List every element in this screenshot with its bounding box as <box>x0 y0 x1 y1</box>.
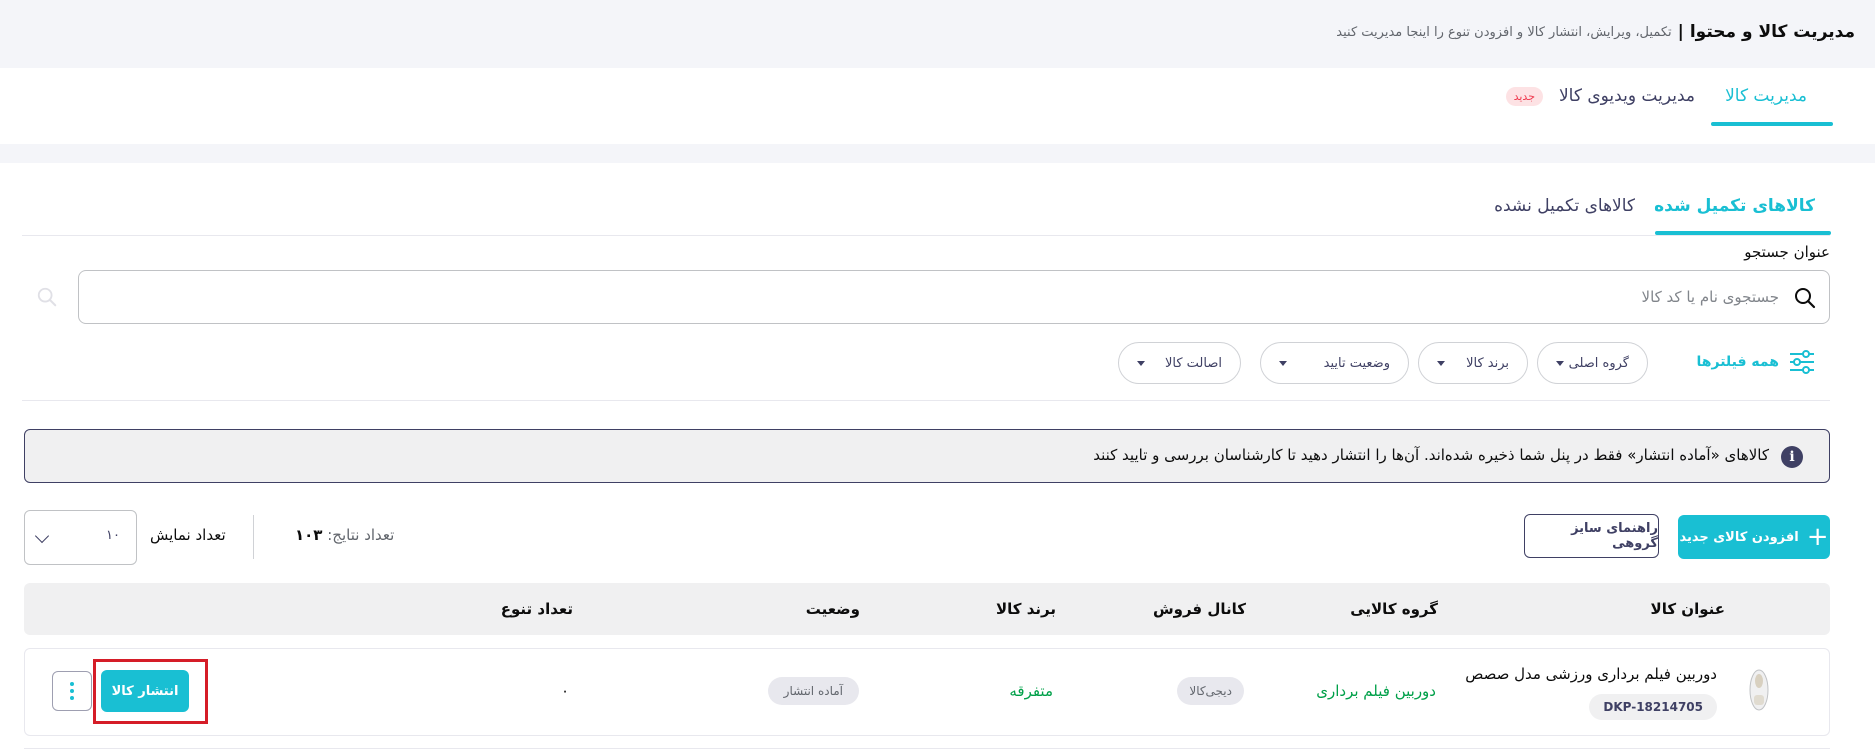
variety-count: ۰ <box>560 682 569 700</box>
info-text: کالاهای «آماده انتشار» فقط در پنل شما ذخ… <box>1093 446 1769 464</box>
filter-main-group-label: گروه اصلی <box>1568 355 1629 371</box>
caret-down-icon <box>1437 360 1445 366</box>
column-header-variety-count: تعداد تنوع <box>500 600 573 618</box>
add-new-product-label: افزودن کالای جدید <box>1679 529 1799 545</box>
result-count: تعداد نتایج: ۱۰۳ <box>295 526 394 544</box>
table-header: عنوان کالا گروه کالایی کانال فروش برند ک… <box>24 583 1830 635</box>
page-size-select[interactable]: ۱۰ <box>24 510 137 565</box>
tab-video-management[interactable]: مدیریت ویدیوی کالا <box>1559 86 1695 106</box>
subtab-divider <box>22 235 1830 236</box>
filter-divider <box>22 400 1830 401</box>
tab-incomplete-products[interactable]: کالاهای تکمیل نشده <box>1494 196 1635 216</box>
result-count-label: تعداد نتایج: <box>327 526 395 544</box>
caret-down-icon <box>1137 360 1145 366</box>
filter-approval-status-label: وضعیت تایید <box>1323 355 1390 371</box>
tab-active-indicator <box>1711 122 1833 126</box>
table-row: دوربین فیلم برداری ورزشی مدل صصص DKP-182… <box>24 648 1830 736</box>
sales-channel-badge: دیجی‌کالا <box>1177 677 1244 705</box>
product-title[interactable]: دوربین فیلم برداری ورزشی مدل صصص <box>1465 665 1717 683</box>
filter-approval-status[interactable]: وضعیت تایید <box>1260 342 1409 384</box>
more-dots-icon <box>70 689 74 693</box>
info-notice: i کالاهای «آماده انتشار» فقط در پنل شما … <box>24 429 1830 483</box>
column-header-title: عنوان کالا <box>1650 600 1725 618</box>
search-box <box>78 270 1830 324</box>
filter-authenticity[interactable]: اصالت کالا <box>1118 342 1241 384</box>
search-icon[interactable] <box>1793 286 1817 310</box>
search-input[interactable] <box>129 271 1779 323</box>
search-label: عنوان جستجو <box>1744 243 1830 261</box>
product-brand-link[interactable]: متفرقه <box>1009 682 1053 700</box>
bulk-size-guide-label: راهنمای سایز گروهی <box>1571 521 1658 551</box>
more-dots-icon <box>70 696 74 700</box>
column-header-status: وضعیت <box>805 600 860 618</box>
result-count-value: ۱۰۳ <box>295 526 323 544</box>
page-header: مدیریت کالا و محتوا | تکمیل، ویرایش، انت… <box>1336 22 1855 42</box>
page-subtitle: تکمیل، ویرایش، انتشار کالا و افزودن تنوع… <box>1336 24 1672 40</box>
all-filters-label: همه فیلترها <box>1696 354 1779 370</box>
column-header-category: گروه کالایی <box>1350 600 1438 618</box>
page-size-value: ۱۰ <box>106 528 120 543</box>
search-submit-icon[interactable] <box>36 286 58 308</box>
more-dots-icon <box>70 682 74 686</box>
add-new-product-button[interactable]: + افزودن کالای جدید <box>1678 515 1830 559</box>
caret-down-icon <box>1556 360 1564 366</box>
tab-completed-products[interactable]: کالاهای تکمیل شده <box>1654 196 1815 216</box>
next-table-row <box>24 748 1830 752</box>
product-thumbnail[interactable] <box>1747 667 1771 713</box>
toolbar-divider <box>253 515 254 559</box>
plus-icon: + <box>1806 522 1829 552</box>
page-size-label: تعداد نمایش <box>150 526 226 544</box>
caret-down-icon <box>1279 360 1287 366</box>
filter-brand-label: برند کالا <box>1466 355 1509 371</box>
new-badge: جدید <box>1505 87 1543 106</box>
product-category-link[interactable]: دوربین فیلم برداری <box>1316 682 1436 700</box>
info-icon: i <box>1781 446 1803 468</box>
bulk-size-guide-button[interactable]: راهنمای سایز گروهی <box>1524 514 1659 558</box>
page-title-separator: | <box>1677 22 1684 42</box>
more-actions-button[interactable] <box>52 671 92 711</box>
filter-sliders-icon <box>1790 350 1814 374</box>
publish-product-label: انتشار کالا <box>111 683 179 699</box>
column-header-channel: کانال فروش <box>1152 600 1246 618</box>
top-tabs-bar: مدیریت کالا مدیریت ویدیوی کالا جدید <box>0 68 1875 144</box>
chevron-down-icon <box>34 528 50 544</box>
product-sku-badge: DKP-18214705 <box>1589 694 1717 720</box>
publish-product-button[interactable]: انتشار کالا <box>101 670 189 712</box>
filter-authenticity-label: اصالت کالا <box>1164 355 1222 371</box>
filter-brand[interactable]: برند کالا <box>1418 342 1528 384</box>
column-header-brand: برند کالا <box>995 600 1056 618</box>
page-title: مدیریت کالا و محتوا <box>1689 22 1855 42</box>
filter-main-group[interactable]: گروه اصلی <box>1537 342 1648 384</box>
status-badge: آماده انتشار <box>767 677 859 705</box>
all-filters-button[interactable]: همه فیلترها <box>1697 350 1815 374</box>
tab-product-management[interactable]: مدیریت کالا <box>1725 86 1807 106</box>
